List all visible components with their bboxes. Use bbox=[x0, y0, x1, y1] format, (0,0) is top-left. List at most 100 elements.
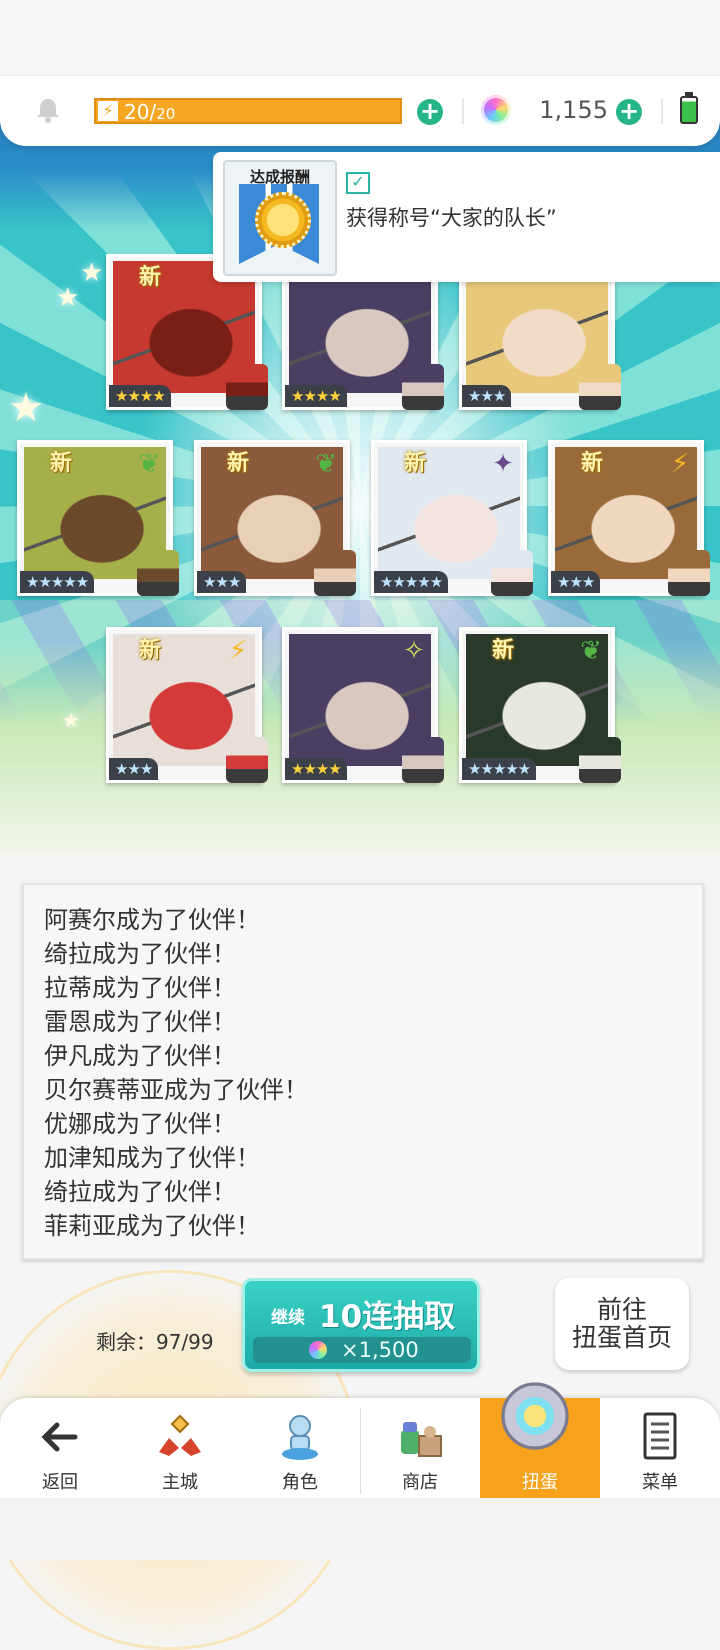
character-sprite-icon bbox=[402, 364, 444, 410]
new-badge: 新 bbox=[404, 451, 427, 476]
nav-gacha[interactable]: 扭蛋 bbox=[480, 1382, 600, 1498]
rarity-stars: ★★★★★ bbox=[462, 758, 537, 780]
medal-icon bbox=[255, 192, 311, 248]
leaf-icon: ❦ bbox=[138, 449, 160, 479]
dark-icon: ✦ bbox=[492, 449, 514, 479]
new-badge: 新 bbox=[139, 265, 162, 290]
rarity-stars: ★★★ bbox=[462, 385, 512, 407]
rarity-stars: ★★★★★ bbox=[374, 571, 449, 593]
stamina-value: 20/20 bbox=[124, 100, 175, 126]
light-icon: ✧ bbox=[403, 636, 425, 666]
rarity-stars: ★★★★★ bbox=[20, 571, 95, 593]
top-blank bbox=[0, 0, 720, 80]
character-sprite-icon bbox=[137, 550, 179, 596]
menu-icon bbox=[643, 1412, 677, 1460]
rarity-stars: ★★★ bbox=[197, 571, 247, 593]
character-sprite-icon bbox=[226, 737, 268, 783]
log-line: 伊凡成为了伙伴！ bbox=[44, 1042, 236, 1070]
log-line: 绮拉成为了伙伴！ bbox=[44, 940, 236, 968]
gem-icon bbox=[481, 95, 511, 125]
nav-label: 菜单 bbox=[642, 1472, 678, 1493]
log-line: 绮拉成为了伙伴！ bbox=[44, 1178, 236, 1206]
nav-shop[interactable]: 商店 bbox=[360, 1398, 480, 1498]
log-line: 加津知成为了伙伴！ bbox=[44, 1144, 260, 1172]
bottom-blank bbox=[0, 1498, 720, 1560]
add-stamina-button[interactable]: + bbox=[417, 99, 443, 125]
cost-bar: ×1,500 bbox=[253, 1337, 471, 1363]
back-arrow-icon bbox=[41, 1422, 78, 1452]
nav-menu[interactable]: 菜单 bbox=[600, 1398, 720, 1498]
badge-label: 达成报酬 bbox=[249, 168, 310, 186]
new-badge: 新 bbox=[139, 638, 162, 663]
status-bar: ⚡ 20/20 + 1,155 + bbox=[0, 76, 720, 146]
battery-icon bbox=[680, 92, 698, 124]
gacha-icon bbox=[501, 1382, 569, 1450]
gacha-home-button[interactable]: 前往 扭蛋首页 bbox=[555, 1278, 689, 1370]
gacha-home-line1: 前往 bbox=[596, 1295, 647, 1324]
nav-label: 角色 bbox=[282, 1472, 318, 1493]
leaf-icon: ❦ bbox=[580, 636, 602, 666]
nav-label: 主城 bbox=[162, 1472, 198, 1493]
character-sprite-icon bbox=[314, 550, 356, 596]
rarity-stars: ★★★★ bbox=[285, 758, 347, 780]
log-line: 拉蒂成为了伙伴！ bbox=[44, 974, 236, 1002]
sparkle-icon: ★ bbox=[56, 283, 80, 313]
rarity-stars: ★★★★ bbox=[109, 385, 171, 407]
gem-count: 1,155 bbox=[539, 96, 608, 124]
gem-icon bbox=[309, 1341, 327, 1359]
rarity-stars: ★★★★ bbox=[285, 385, 347, 407]
stamina-bolt-icon: ⚡ bbox=[98, 101, 118, 121]
nav-character[interactable]: 角色 bbox=[240, 1398, 360, 1498]
sparkle-icon: ★ bbox=[62, 708, 80, 732]
checkbox-icon: ✓ bbox=[346, 172, 370, 194]
log-lines: 阿赛尔成为了伙伴！ 绮拉成为了伙伴！ 拉蒂成为了伙伴！ 雷恩成为了伙伴！ 伊凡成为了伙伴… bbox=[24, 885, 702, 1243]
character-sprite-icon bbox=[579, 364, 621, 410]
pull-10-button[interactable]: 继续 10连抽取 ×1,500 bbox=[242, 1278, 480, 1372]
pull-label: 10连抽取 bbox=[319, 1299, 456, 1335]
achievement-popup[interactable]: 达成报酬 ✓ 获得称号“大家的队长” bbox=[213, 152, 720, 282]
character-sprite-icon bbox=[668, 550, 710, 596]
new-badge: 新 bbox=[227, 451, 250, 476]
sparkle-icon: ★ bbox=[8, 385, 44, 431]
nav-label: 商店 bbox=[402, 1472, 438, 1493]
stamina-max: 20 bbox=[156, 105, 176, 123]
notification-bell-icon[interactable] bbox=[34, 96, 62, 124]
nav-back[interactable]: 返回 bbox=[0, 1398, 120, 1498]
character-sprite-icon bbox=[402, 737, 444, 783]
log-line: 阿赛尔成为了伙伴！ bbox=[44, 906, 260, 934]
new-badge: 新 bbox=[50, 451, 73, 476]
continue-label: 继续 bbox=[271, 1308, 305, 1328]
log-line: 贝尔赛蒂亚成为了伙伴！ bbox=[44, 1076, 308, 1104]
character-icon bbox=[282, 1415, 318, 1460]
character-sprite-icon bbox=[226, 364, 268, 410]
lightning-icon: ⚡ bbox=[228, 636, 248, 666]
bottom-nav: 返回 主城 角色 商店 扭蛋 菜单 bbox=[0, 1382, 720, 1498]
add-gems-button[interactable]: + bbox=[616, 99, 642, 125]
nav-castle[interactable]: 主城 bbox=[120, 1398, 240, 1498]
pull-cost: ×1,500 bbox=[341, 1338, 419, 1362]
remaining-count: 剩余：97/99 bbox=[96, 1330, 214, 1354]
result-log[interactable]: 阿赛尔成为了伙伴！ 绮拉成为了伙伴！ 拉蒂成为了伙伴！ 雷恩成为了伙伴！ 伊凡成为了伙伴… bbox=[22, 883, 704, 1260]
castle-icon bbox=[159, 1414, 201, 1456]
rarity-stars: ★★★ bbox=[551, 571, 601, 593]
leaf-icon: ❦ bbox=[315, 449, 337, 479]
character-sprite-icon bbox=[579, 737, 621, 783]
sparkle-icon: ★ bbox=[80, 258, 104, 288]
character-sprite-icon bbox=[491, 550, 533, 596]
stamina-bar: ⚡ 20/20 bbox=[94, 98, 402, 124]
lightning-icon: ⚡ bbox=[670, 449, 690, 479]
log-line: 雷恩成为了伙伴！ bbox=[44, 1008, 236, 1036]
nav-label: 返回 bbox=[42, 1472, 78, 1493]
medal-badge: 达成报酬 bbox=[223, 160, 337, 276]
new-badge: 新 bbox=[581, 451, 604, 476]
divider bbox=[661, 98, 663, 124]
rarity-stars: ★★★ bbox=[109, 758, 159, 780]
achievement-text: 获得称号“大家的队长” bbox=[346, 206, 557, 230]
log-line: 优娜成为了伙伴！ bbox=[44, 1110, 236, 1138]
divider bbox=[462, 98, 464, 124]
gacha-home-line2: 扭蛋首页 bbox=[571, 1323, 672, 1352]
shop-icon bbox=[401, 1422, 442, 1457]
new-badge: 新 bbox=[492, 638, 515, 663]
log-line: 菲莉亚成为了伙伴！ bbox=[44, 1212, 260, 1240]
nav-label: 扭蛋 bbox=[522, 1472, 558, 1493]
